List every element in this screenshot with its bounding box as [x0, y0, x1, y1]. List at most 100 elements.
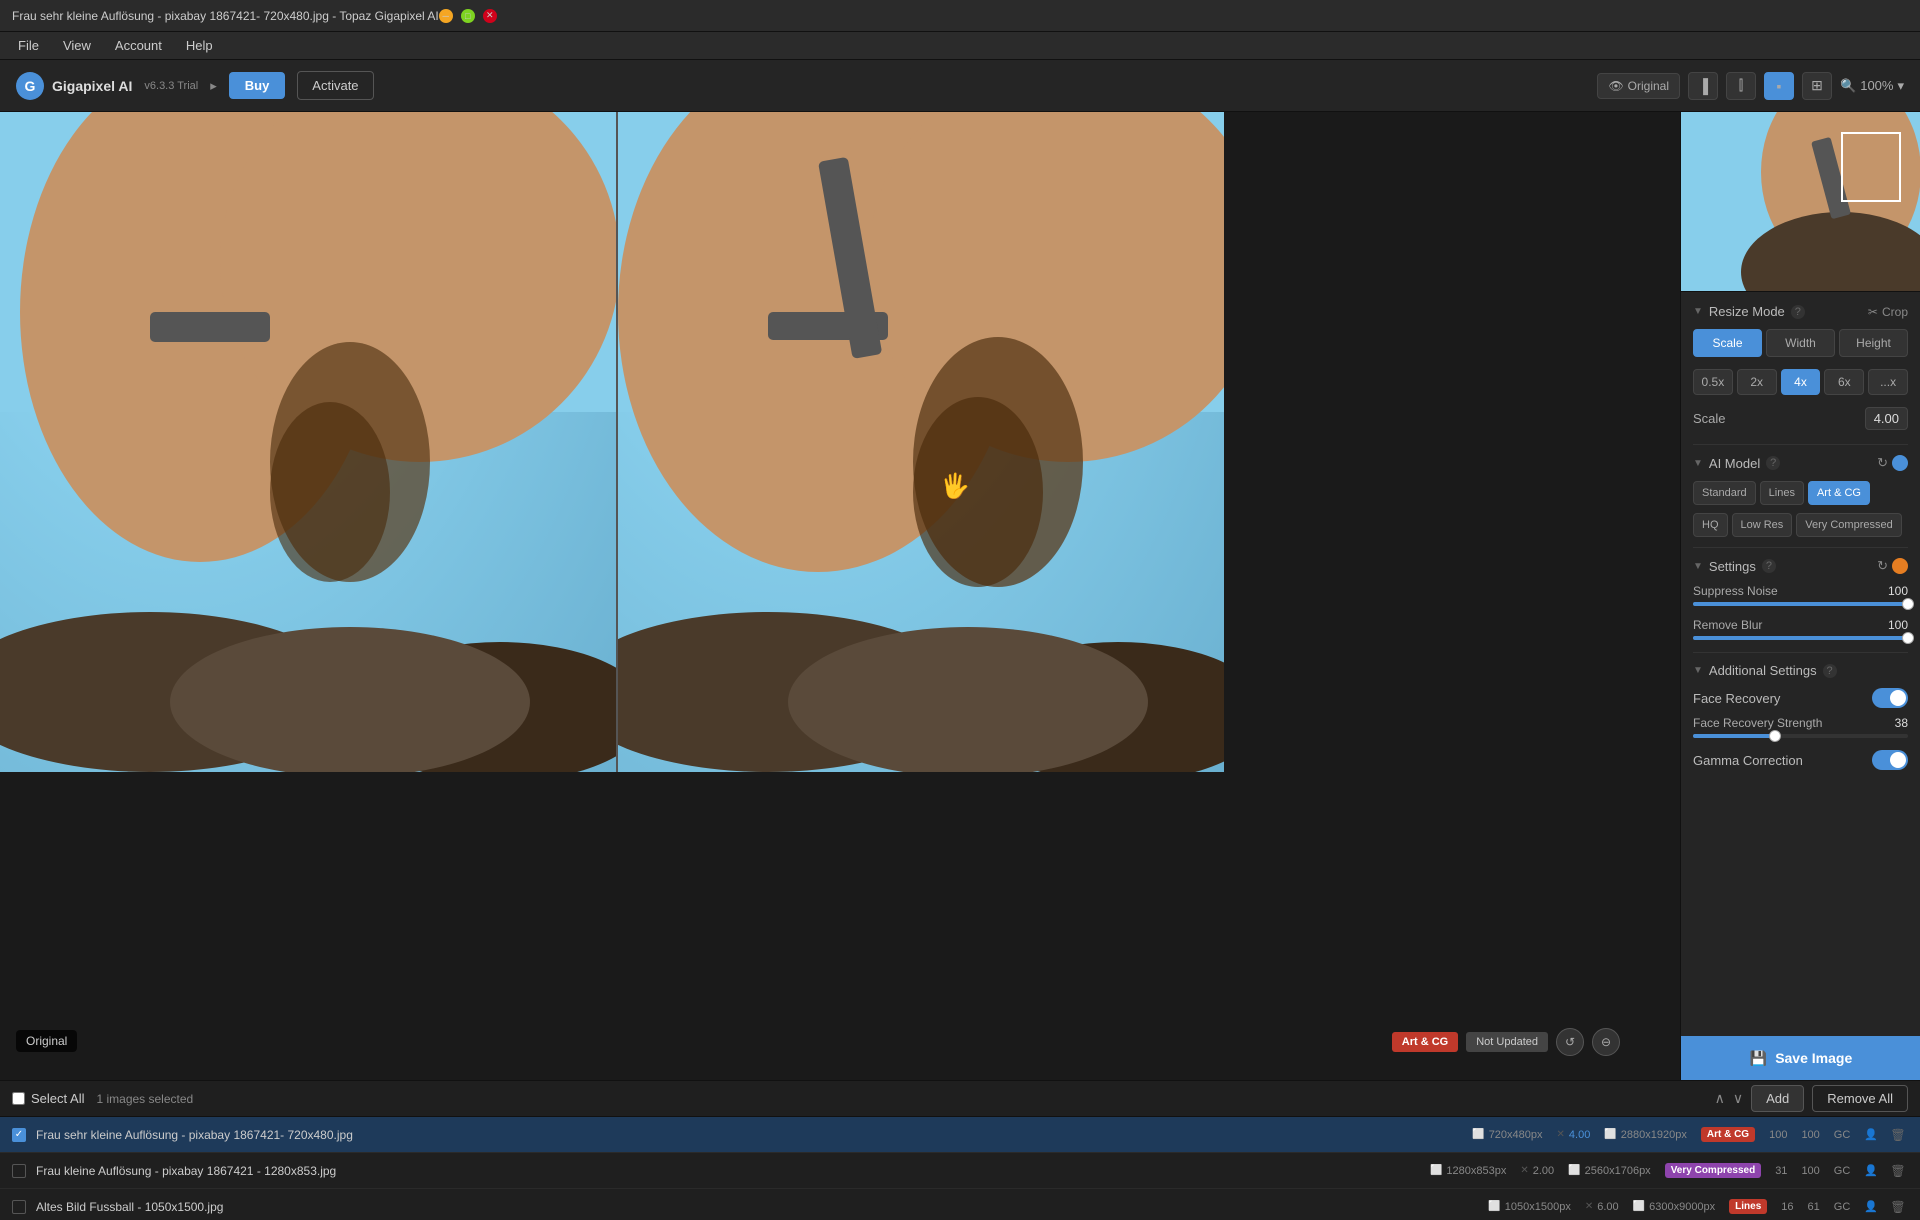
gc-label-2: GC [1834, 1165, 1851, 1177]
gamma-correction-toggle[interactable] [1872, 750, 1908, 770]
scale-0-5x[interactable]: 0.5x [1693, 369, 1733, 395]
noise-value-3: 16 [1781, 1201, 1793, 1213]
scale-value-1: 4.00 [1569, 1129, 1590, 1141]
nav-up-button[interactable]: ∧ [1715, 1090, 1725, 1107]
suppress-noise-row: Suppress Noise 100 [1693, 584, 1908, 606]
settings-help[interactable]: ? [1762, 559, 1776, 573]
suppress-noise-fill [1693, 602, 1908, 606]
split-view-button[interactable]: ▐ [1688, 72, 1718, 100]
blur-value-2: 100 [1801, 1165, 1819, 1177]
settings-arrow[interactable]: ▼ [1693, 561, 1703, 572]
resize-mode-label: Resize Mode [1709, 304, 1785, 319]
scale-4x[interactable]: 4x [1781, 369, 1821, 395]
model-standard[interactable]: Standard [1693, 481, 1756, 505]
menu-view[interactable]: View [53, 34, 101, 57]
scale-input[interactable]: 4.00 [1865, 407, 1908, 430]
person-icon-1: 👤 [1864, 1128, 1878, 1141]
crop-icon: ✂ [1868, 305, 1878, 319]
model-tag-2: Very Compressed [1665, 1163, 1762, 1178]
file-delete-1[interactable]: 🗑 [1888, 1125, 1908, 1145]
scale-tab-scale[interactable]: Scale [1693, 329, 1762, 357]
input-icon-3: ⬜ [1488, 1201, 1500, 1212]
scale-icon-2: ✕ [1520, 1165, 1528, 1176]
quality-low-res[interactable]: Low Res [1732, 513, 1793, 537]
output-size-value-1: 2880x1920px [1621, 1129, 1687, 1141]
additional-settings-arrow[interactable]: ▼ [1693, 665, 1703, 676]
scale-tab-width[interactable]: Width [1766, 329, 1835, 357]
ai-model-arrow[interactable]: ▼ [1693, 458, 1703, 469]
file-list-area: Select All 1 images selected ∧ ∨ Add Rem… [0, 1080, 1920, 1220]
file-meta-3: ⬜ 1050x1500px ✕ 6.00 ⬜ 6300x9000px Lines… [1488, 1199, 1878, 1214]
settings-refresh-icon[interactable]: ↻ [1877, 558, 1888, 574]
add-files-button[interactable]: Add [1751, 1085, 1804, 1112]
original-view-button[interactable]: 👁 Original [1597, 73, 1680, 99]
remove-blur-label-row: Remove Blur 100 [1693, 618, 1908, 632]
select-all-checkbox[interactable] [12, 1092, 25, 1105]
remove-blur-row: Remove Blur 100 [1693, 618, 1908, 640]
zoom-arrow: ▾ [1897, 78, 1904, 94]
additional-settings-label: Additional Settings [1709, 663, 1817, 678]
nav-down-button[interactable]: ∨ [1733, 1090, 1743, 1107]
suppress-noise-slider[interactable] [1693, 602, 1908, 606]
noise-value-2: 31 [1775, 1165, 1787, 1177]
before-image-svg [0, 112, 616, 772]
compare-action-1[interactable]: ↺ [1556, 1028, 1584, 1056]
canvas-after [618, 112, 1224, 772]
scale-icon-3: ✕ [1585, 1201, 1593, 1212]
ai-model-badge: Art & CG [1392, 1032, 1458, 1052]
compare-button[interactable]: ▪ [1764, 72, 1794, 100]
file-delete-2[interactable]: 🗑 [1888, 1161, 1908, 1181]
output-size-value-2: 2560x1706px [1585, 1165, 1651, 1177]
additional-settings-help[interactable]: ? [1823, 664, 1837, 678]
scale-custom[interactable]: ...x [1868, 369, 1908, 395]
activate-button[interactable]: Activate [297, 71, 373, 100]
close-button[interactable]: ✕ [483, 9, 497, 23]
ai-model-help[interactable]: ? [1766, 456, 1780, 470]
noise-value-1: 100 [1769, 1129, 1787, 1141]
fullscreen-button[interactable]: ⊞ [1802, 72, 1832, 100]
output-size-2: ⬜ 2560x1706px [1568, 1165, 1651, 1177]
file-checkbox-2[interactable] [12, 1164, 26, 1178]
not-updated-badge: Not Updated [1466, 1032, 1548, 1052]
remove-all-button[interactable]: Remove All [1812, 1085, 1908, 1112]
menu-file[interactable]: File [8, 34, 49, 57]
crop-button[interactable]: ✂ Crop [1868, 305, 1908, 319]
face-recovery-strength-thumb[interactable] [1769, 730, 1781, 742]
scale-label: Scale [1693, 411, 1726, 426]
scale-6x[interactable]: 6x [1824, 369, 1864, 395]
model-art-cg[interactable]: Art & CG [1808, 481, 1870, 505]
side-by-side-button[interactable]: ⫿ [1726, 72, 1756, 100]
buy-button[interactable]: Buy [229, 72, 286, 99]
file-row[interactable]: Altes Bild Fussball - 1050x1500.jpg ⬜ 10… [0, 1189, 1920, 1220]
select-all-control[interactable]: Select All [12, 1091, 84, 1106]
input-size-2: ⬜ 1280x853px [1430, 1165, 1506, 1177]
file-row[interactable]: Frau kleine Auflösung - pixabay 1867421 … [0, 1153, 1920, 1189]
compare-action-2[interactable]: ⊖ [1592, 1028, 1620, 1056]
quality-hq[interactable]: HQ [1693, 513, 1728, 537]
menu-help[interactable]: Help [176, 34, 223, 57]
preview-thumbnail [1681, 112, 1920, 292]
ai-model-refresh-icon[interactable]: ↻ [1877, 455, 1888, 471]
file-delete-3[interactable]: 🗑 [1888, 1197, 1908, 1217]
menu-account[interactable]: Account [105, 34, 172, 57]
file-checkbox-3[interactable] [12, 1200, 26, 1214]
file-row[interactable]: ✓ Frau sehr kleine Auflösung - pixabay 1… [0, 1117, 1920, 1153]
face-recovery-toggle[interactable] [1872, 688, 1908, 708]
remove-blur-thumb[interactable] [1902, 632, 1914, 644]
model-lines[interactable]: Lines [1760, 481, 1804, 505]
input-size-3: ⬜ 1050x1500px [1488, 1201, 1571, 1213]
save-icon: 💾 [1750, 1050, 1767, 1067]
suppress-noise-thumb[interactable] [1902, 598, 1914, 610]
resize-mode-arrow[interactable]: ▼ [1693, 306, 1703, 317]
file-checkbox-1[interactable]: ✓ [12, 1128, 26, 1142]
remove-blur-slider[interactable] [1693, 636, 1908, 640]
scale-2x[interactable]: 2x [1737, 369, 1777, 395]
quality-very-compressed[interactable]: Very Compressed [1796, 513, 1901, 537]
minimize-button[interactable]: ─ [439, 9, 453, 23]
save-image-button[interactable]: 💾 Save Image [1681, 1036, 1920, 1080]
canvas-area[interactable]: 🖐 Original Art & CG Not Updated ↺ ⊖ [0, 112, 1680, 1080]
resize-mode-help[interactable]: ? [1791, 305, 1805, 319]
face-recovery-strength-slider[interactable] [1693, 734, 1908, 738]
maximize-button[interactable]: □ [461, 9, 475, 23]
scale-tab-height[interactable]: Height [1839, 329, 1908, 357]
